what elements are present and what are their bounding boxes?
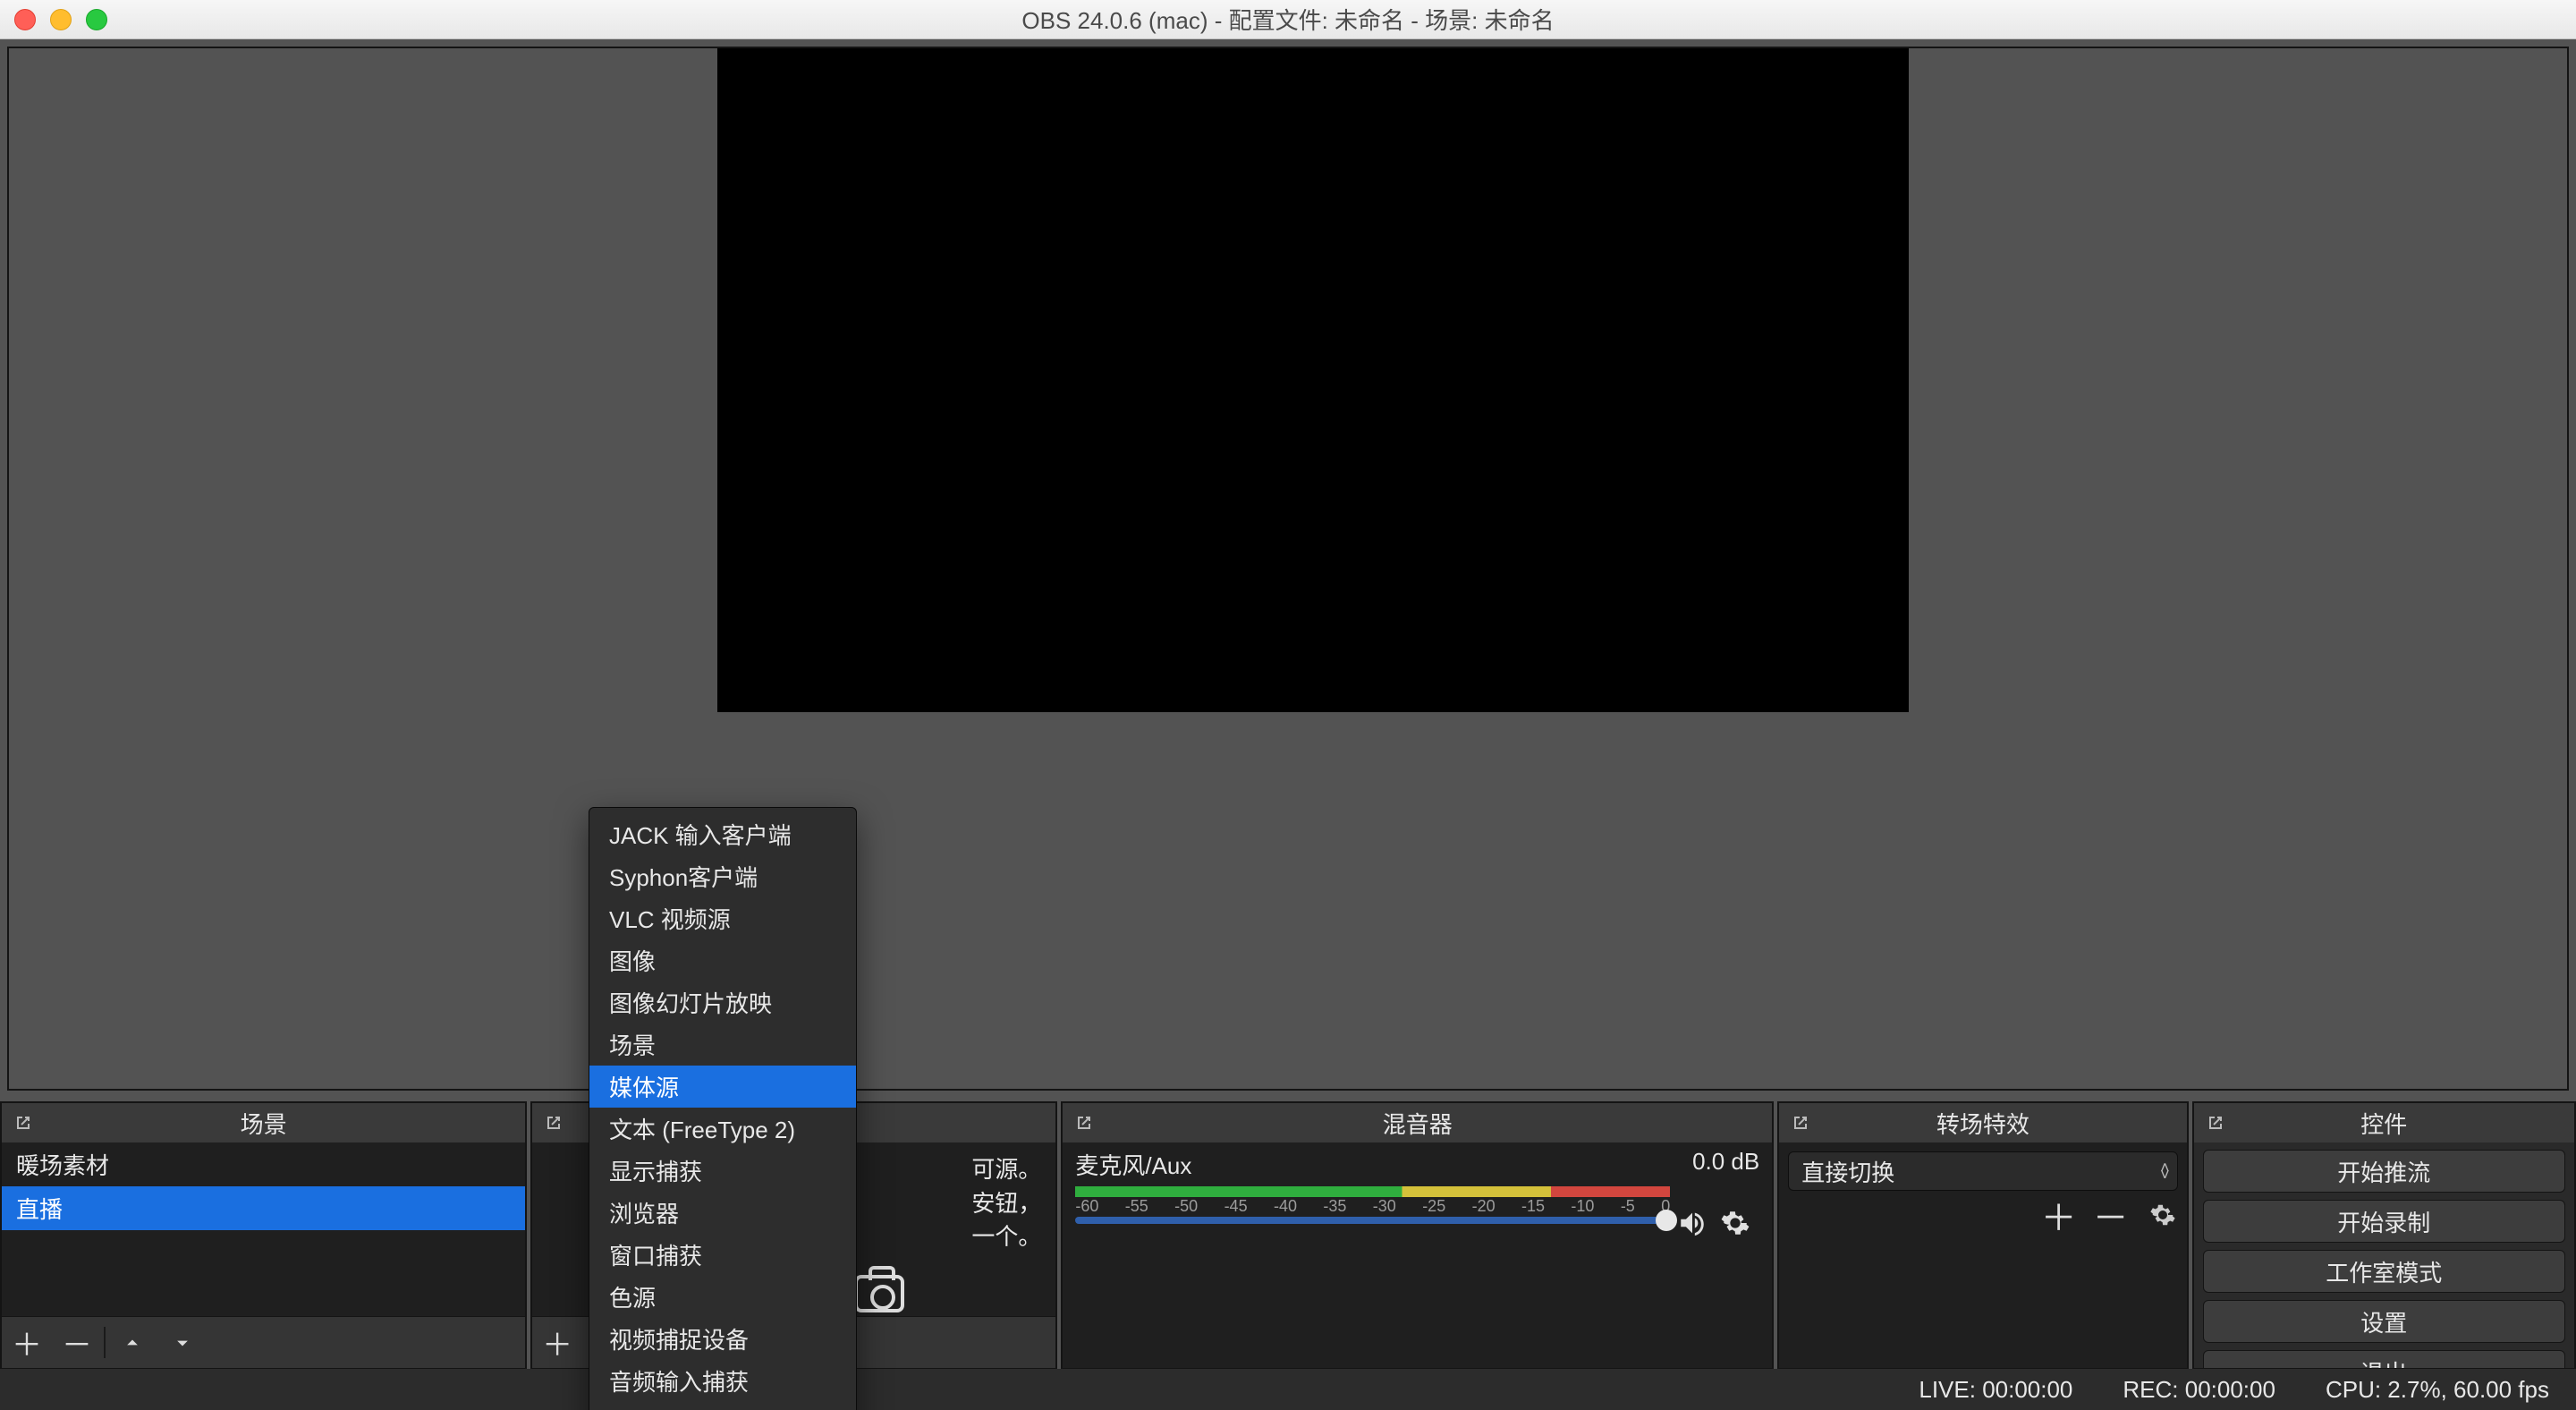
mixer-channel-name: 麦克风/Aux [1075,1148,1191,1181]
mixer-channel-level: 0.0 dB [1692,1148,1759,1181]
scene-item[interactable]: 暖场素材 [2,1142,525,1186]
transitions-header: 转场特效 [1779,1103,2186,1142]
level-ticks: -60-55-50-45-40-35-30-25-20-15-10-50 [1075,1197,1670,1216]
mixer-header: 混音器 [1063,1103,1772,1142]
popout-icon[interactable] [1072,1110,1097,1135]
tick-label: -50 [1174,1197,1198,1216]
scenes-panel: 场景 暖场素材直播 ＋ － [0,1101,527,1370]
tick-label: -10 [1571,1197,1594,1216]
popout-icon[interactable] [11,1110,36,1135]
window-title: OBS 24.0.6 (mac) - 配置文件: 未命名 - 场景: 未命名 [1021,3,1554,36]
popout-icon[interactable] [2203,1110,2228,1135]
menu-item[interactable]: 音频输入捕获 [589,1360,856,1402]
separator [104,1327,106,1357]
menu-item[interactable]: JACK 输入客户端 [589,813,856,855]
minimize-window-button[interactable] [50,9,72,30]
popout-icon[interactable] [541,1110,566,1135]
channel-settings-icon[interactable] [1720,1208,1750,1244]
menu-item[interactable]: 浏览器 [589,1192,856,1234]
tick-label: -20 [1472,1197,1496,1216]
preview-frame [7,47,2569,1091]
transition-selected: 直接切换 [1801,1155,1894,1188]
control-button[interactable]: 开始录制 [2203,1200,2565,1243]
scenes-header: 场景 [2,1103,525,1142]
transitions-title: 转场特效 [1936,1107,2029,1140]
tick-label: -15 [1521,1197,1545,1216]
window-controls [14,9,107,30]
menu-item[interactable]: 图像幻灯片放映 [589,981,856,1024]
menu-item[interactable]: 视频捕捉设备 [589,1318,856,1360]
add-source-button[interactable]: ＋ [532,1317,582,1368]
control-button[interactable]: 开始推流 [2203,1150,2565,1193]
status-live: LIVE: 00:00:00 [1919,1376,2072,1404]
control-button[interactable]: 设置 [2203,1300,2565,1343]
tick-label: -45 [1224,1197,1248,1216]
dock-panels: 场景 暖场素材直播 ＋ － 来源 可源。 安钮， 一个。 [0,1101,2576,1370]
controls-header: 控件 [2194,1103,2574,1142]
main-area: JACK 输入客户端Syphon客户端VLC 视频源图像图像幻灯片放映场景媒体源… [0,39,2576,1410]
transitions-body: 直接切换 ˄˅ ＋ － [1779,1142,2186,1368]
menu-item[interactable]: 音频输出捕获 [589,1402,856,1410]
zoom-window-button[interactable] [86,9,107,30]
mixer-panel: 混音器 麦克风/Aux 0.0 dB -60 -55 -50 -45 -40 -35 -30… [1061,1101,1774,1370]
transition-properties-button[interactable] [2148,1200,2178,1230]
controls-panel: 控件 开始推流开始录制工作室模式设置退出 [2192,1101,2576,1370]
menu-item[interactable]: 文本 (FreeType 2) [589,1108,856,1150]
menu-item[interactable]: 色源 [589,1276,856,1318]
status-bar: LIVE: 00:00:00 REC: 00:00:00 CPU: 2.7%, … [0,1369,2576,1410]
remove-transition-button[interactable]: － [2096,1200,2126,1230]
tick-label: -25 [1422,1197,1445,1216]
mixer-body: 麦克风/Aux 0.0 dB -60 -55 -50 -45 -40 -35 -30 -25 -… [1063,1142,1772,1368]
menu-item[interactable]: 图像 [589,939,856,981]
volume-slider-track[interactable] [1075,1217,1670,1224]
scenes-list[interactable]: 暖场素材直播 [2,1142,525,1316]
status-rec: REC: 00:00:00 [2123,1376,2275,1404]
transition-select[interactable]: 直接切换 ˄˅ [1788,1151,2177,1191]
control-button[interactable]: 退出 [2203,1350,2565,1368]
scene-item[interactable]: 直播 [2,1186,525,1230]
move-scene-up-button[interactable] [107,1317,157,1368]
transition-tools: ＋ － [1788,1200,2177,1230]
chevron-updown-icon: ˄˅ [2160,1164,2165,1178]
menu-item[interactable]: 窗口捕获 [589,1234,856,1276]
mute-icon[interactable] [1677,1208,1707,1244]
popout-icon[interactable] [1788,1110,1813,1135]
menu-item[interactable]: 媒体源 [589,1066,856,1108]
mixer-meter: -60-55-50-45-40-35-30-25-20-15-10-50 [1075,1186,1759,1226]
status-cpu: CPU: 2.7%, 60.00 fps [2326,1376,2549,1404]
move-scene-down-button[interactable] [157,1317,208,1368]
window-titlebar: OBS 24.0.6 (mac) - 配置文件: 未命名 - 场景: 未命名 [0,0,2576,39]
level-scale [1075,1186,1670,1197]
controls-title: 控件 [2360,1107,2407,1140]
remove-scene-button[interactable]: － [52,1317,102,1368]
menu-item[interactable]: 场景 [589,1024,856,1066]
mixer-channel-header: 麦克风/Aux 0.0 dB [1063,1142,1772,1183]
scenes-toolbar: ＋ － [2,1316,525,1368]
camera-icon [854,1275,904,1312]
tick-label: -30 [1373,1197,1396,1216]
tick-label: -60 [1075,1197,1098,1216]
menu-item[interactable]: VLC 视频源 [589,897,856,939]
add-source-context-menu: JACK 输入客户端Syphon客户端VLC 视频源图像图像幻灯片放映场景媒体源… [589,807,857,1410]
menu-item[interactable]: Syphon客户端 [589,855,856,897]
scenes-title: 场景 [241,1107,287,1140]
add-transition-button[interactable]: ＋ [2044,1200,2074,1230]
mixer-channel-controls [1677,1208,1750,1244]
tick-label: -40 [1274,1197,1297,1216]
tick-label: -35 [1323,1197,1346,1216]
volume-slider-thumb[interactable] [1656,1210,1677,1231]
mixer-title: 混音器 [1383,1107,1453,1140]
menu-item[interactable]: 显示捕获 [589,1150,856,1192]
close-window-button[interactable] [14,9,36,30]
tick-label: -5 [1621,1197,1635,1216]
control-button[interactable]: 工作室模式 [2203,1250,2565,1293]
tick-label: -55 [1125,1197,1148,1216]
transitions-panel: 转场特效 直接切换 ˄˅ ＋ － [1777,1101,2188,1370]
preview-canvas[interactable] [717,48,1909,712]
add-scene-button[interactable]: ＋ [2,1317,52,1368]
controls-body: 开始推流开始录制工作室模式设置退出 [2194,1142,2574,1368]
